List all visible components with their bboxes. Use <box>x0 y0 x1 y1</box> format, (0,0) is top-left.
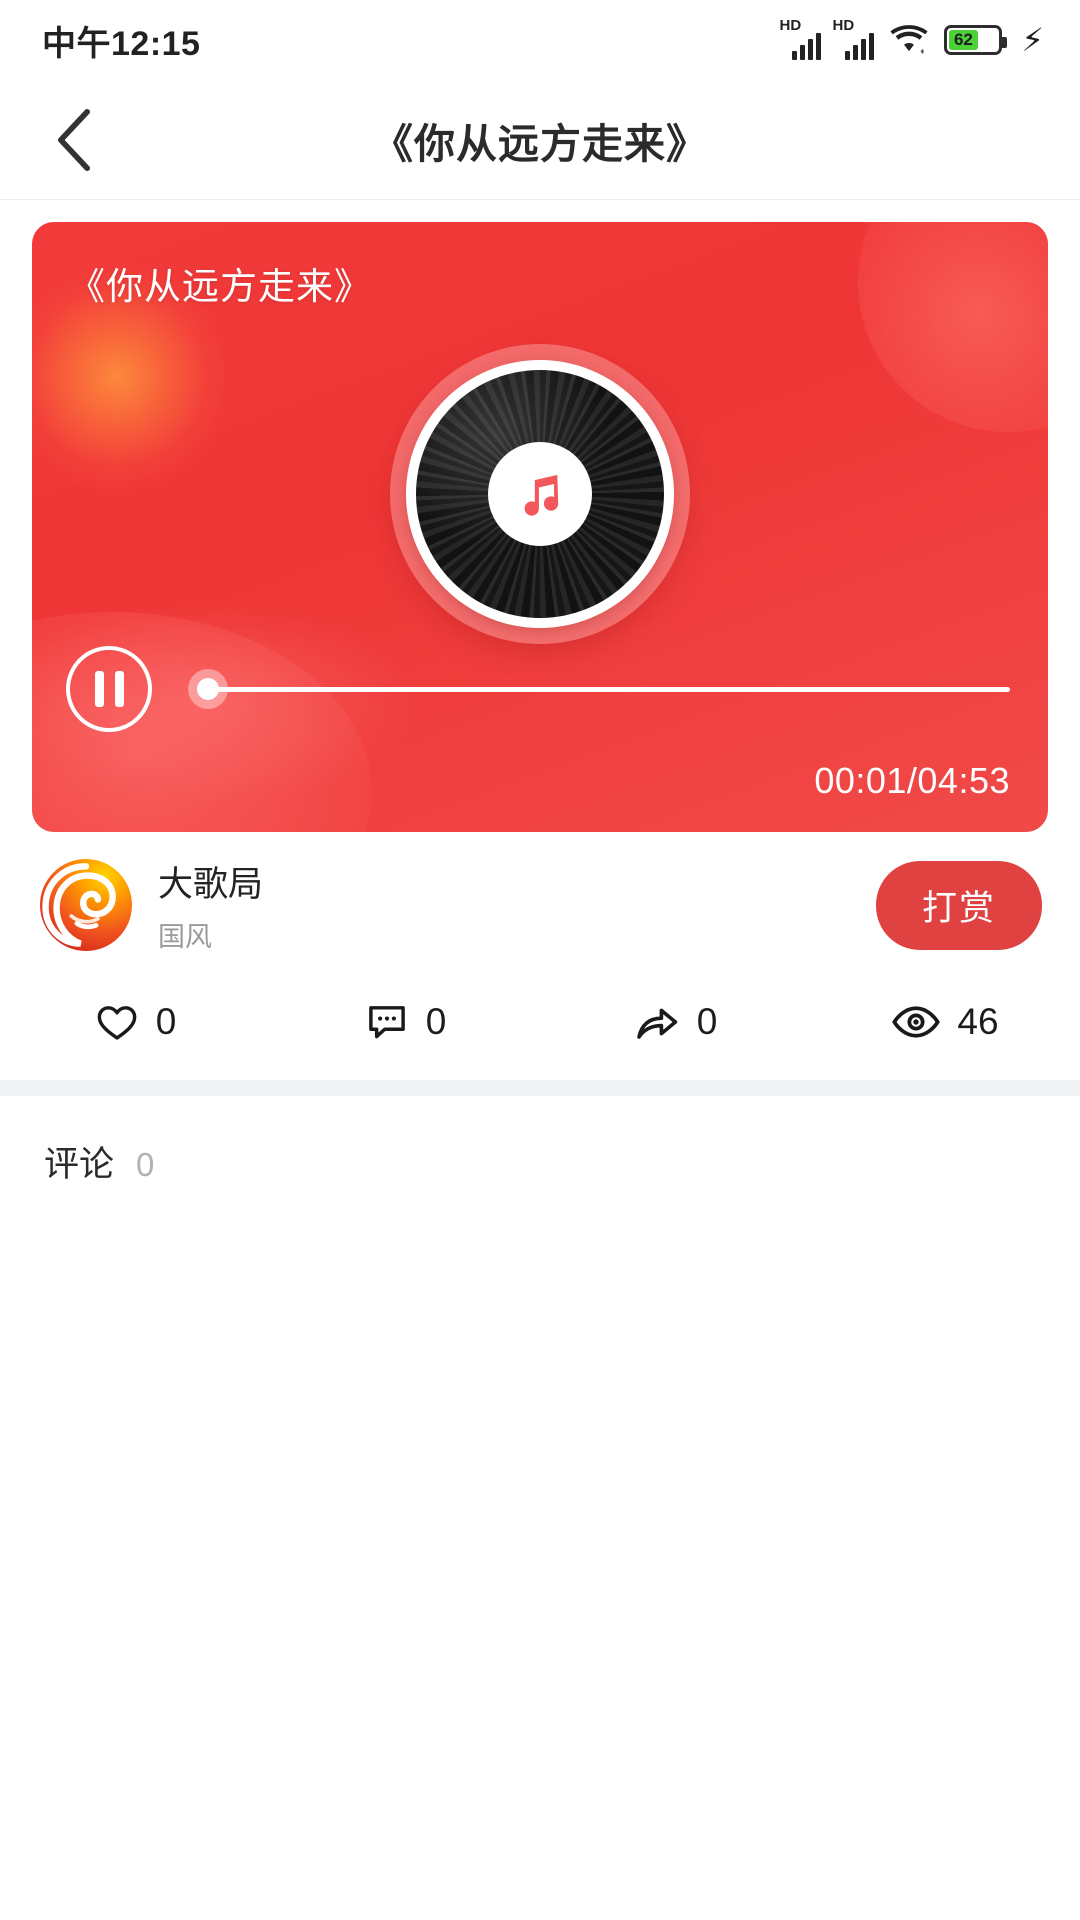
player-card-wrapper: 《你从远方走来》 00:01/04:53 <box>0 200 1080 832</box>
reward-button[interactable]: 打赏 <box>875 860 1042 950</box>
charging-bolt-icon: ⚡ <box>1021 22 1044 58</box>
stat-views[interactable]: 46 <box>810 998 1080 1046</box>
wifi-icon <box>889 23 928 57</box>
eye-icon <box>892 1006 941 1038</box>
chevron-left-icon <box>58 108 91 171</box>
progress-slider[interactable] <box>186 669 1010 709</box>
playback-time: 00:01/04:53 <box>814 760 1010 801</box>
section-divider <box>0 1080 1080 1096</box>
player-controls <box>32 646 1048 732</box>
audio-player-card[interactable]: 《你从远方走来》 00:01/04:53 <box>32 222 1048 832</box>
author-row: 大歌局 国风 打赏 <box>0 832 1080 972</box>
phoenix-swirl-icon <box>42 863 116 947</box>
share-icon <box>636 1008 677 1039</box>
vinyl-outer-ring <box>406 360 674 628</box>
vinyl-record <box>390 344 690 644</box>
vinyl-center-label <box>488 442 592 546</box>
stat-comment-value: 0 <box>425 1001 447 1042</box>
author-name: 大歌局 <box>158 865 264 904</box>
progress-knob[interactable] <box>188 669 229 709</box>
hd-signal-icon-1: HD <box>780 18 821 60</box>
comments-section-header: 评论 0 <box>0 1096 1080 1187</box>
stat-share[interactable]: 0 <box>540 998 810 1046</box>
author-subtitle: 国风 <box>158 922 212 952</box>
hd-label-1: HD <box>779 17 802 34</box>
stat-like-value: 0 <box>155 1001 177 1042</box>
decor-blob-topright <box>858 222 1048 432</box>
battery-percent-label: 62 <box>948 30 979 50</box>
stat-comment[interactable]: 0 <box>270 998 540 1046</box>
comments-count: 0 <box>136 1146 155 1183</box>
pause-button[interactable] <box>66 646 152 732</box>
back-button[interactable] <box>34 100 114 180</box>
status-bar-time: 中午12:15 <box>42 24 201 63</box>
status-bar-icons: HD HD 62 ⚡ <box>780 18 1044 60</box>
card-song-title: 《你从远方走来》 <box>68 266 372 307</box>
page-title: 《你从远方走来》 <box>372 120 708 167</box>
heart-icon <box>97 1006 137 1040</box>
avatar[interactable] <box>40 859 132 951</box>
comments-label: 评论 <box>44 1145 115 1184</box>
music-note-icon <box>524 474 559 516</box>
progress-track <box>202 686 1010 692</box>
battery-icon: 62 <box>943 25 1007 55</box>
vinyl-disc <box>416 370 664 618</box>
hd-label-2: HD <box>832 17 855 34</box>
hd-signal-icon-2: HD <box>833 18 874 60</box>
stat-like[interactable]: 0 <box>0 998 270 1046</box>
comment-icon <box>368 1006 405 1039</box>
stat-views-value: 46 <box>957 1001 999 1042</box>
page-header: 《你从远方走来》 <box>0 80 1080 200</box>
status-bar: 中午12:15 HD HD 62 ⚡ <box>0 0 1080 80</box>
stats-row: 0 0 0 46 <box>0 972 1080 1080</box>
author-meta: 大歌局 国风 <box>158 856 263 954</box>
stat-share-value: 0 <box>696 1001 718 1042</box>
